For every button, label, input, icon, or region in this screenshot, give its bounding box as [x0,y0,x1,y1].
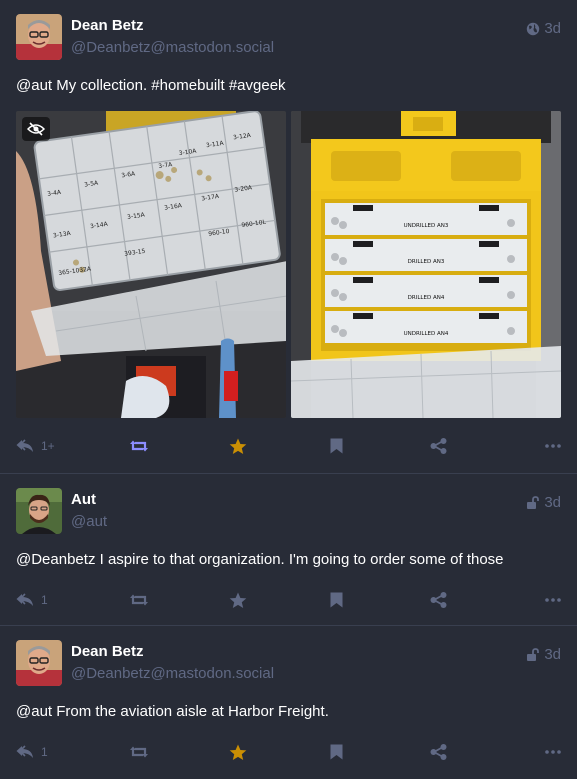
bookmark-button[interactable] [330,744,360,760]
action-bar: 1+ [16,434,561,458]
share-button[interactable] [430,438,460,454]
status-header: Aut @aut 3d [16,488,561,536]
share-icon [430,438,447,454]
eye-slash-icon [27,122,45,136]
organizer-photo: 3-4A 3-5A 3-6A 3-7A 3-10A 3-11A 3-12A 3-… [16,111,286,418]
more-button[interactable] [531,444,561,448]
account-handle: @Deanbetz@mastodon.social [71,39,275,56]
avatar-image [16,14,62,60]
status-header: Dean Betz @Deanbetz@mastodon.social 3d [16,14,561,62]
star-icon [229,592,247,609]
bookmark-icon [330,438,343,454]
share-button[interactable] [430,744,460,760]
action-bar: 1 [16,740,561,764]
relative-time[interactable]: 3d [544,494,561,511]
media-gallery: 3-4A 3-5A 3-6A 3-7A 3-10A 3-11A 3-12A 3-… [16,111,561,418]
status-post[interactable]: Dean Betz @Deanbetz@mastodon.social 3d @… [0,0,577,474]
bookmark-icon [330,592,343,608]
reply-count: 1+ [41,439,55,453]
bookmark-button[interactable] [330,438,360,454]
avatar-image [16,640,62,686]
drawer-label: DRILLED AN4 [408,295,445,301]
retweet-icon [129,745,149,759]
favourite-button[interactable] [229,438,259,455]
more-button[interactable] [531,750,561,754]
bookmark-button[interactable] [330,592,360,608]
account-handle: @Deanbetz@mastodon.social [71,665,275,682]
share-button[interactable] [430,592,460,608]
star-icon [229,744,247,761]
drawer-label: UNDRILLED AN4 [404,331,449,337]
status-meta[interactable]: 3d [526,646,561,663]
display-name[interactable]: Dean Betz [71,16,274,36]
reply-button[interactable]: 1 [16,745,58,759]
status-names: Dean Betz @Deanbetz@mastodon.social [71,642,274,684]
favourite-button[interactable] [229,592,259,609]
drawer-label: DRILLED AN3 [408,259,445,265]
ellipsis-icon [545,444,561,448]
status-header: Dean Betz @Deanbetz@mastodon.social 3d [16,640,561,688]
retweet-icon [129,593,149,607]
share-icon [430,592,447,608]
unlock-icon [526,647,540,662]
share-icon [430,744,447,760]
status-content: @aut From the aviation aisle at Harbor F… [16,703,329,720]
reply-button[interactable]: 1 [16,593,58,607]
display-name[interactable]: Aut [71,490,107,510]
display-name[interactable]: Dean Betz [71,642,274,662]
retweet-icon [129,439,149,453]
reply-all-icon [16,439,36,453]
more-button[interactable] [531,598,561,602]
boost-button[interactable] [129,593,159,607]
reply-count: 1 [41,593,48,607]
account-handle: @aut [71,513,108,530]
status-content: @aut My collection. #homebuilt #avgeek [16,77,286,94]
media-photo-toolbox[interactable]: UNDRILLED AN3 DRILLED AN3 DRILLED AN4 UN… [291,111,561,418]
status-names: Aut @aut [71,490,107,532]
toolbox-photo: UNDRILLED AN3 DRILLED AN3 DRILLED AN4 UN… [291,111,561,418]
boost-button[interactable] [129,439,159,453]
star-icon [229,438,247,455]
status-post[interactable]: Dean Betz @Deanbetz@mastodon.social 3d @… [0,626,577,779]
status-content: @Deanbetz I aspire to that organization.… [16,551,504,568]
reply-all-icon [16,745,36,759]
unlock-icon [526,495,540,510]
status-meta[interactable]: 3d [526,20,561,37]
status-names: Dean Betz @Deanbetz@mastodon.social [71,16,274,58]
favourite-button[interactable] [229,744,259,761]
boost-button[interactable] [129,745,159,759]
ellipsis-icon [545,750,561,754]
status-post[interactable]: Aut @aut 3d @Deanbetz I aspire to that o… [0,474,577,626]
avatar[interactable] [16,640,62,686]
drawer-label: UNDRILLED AN3 [404,223,449,229]
status-meta[interactable]: 3d [526,494,561,511]
action-bar: 1 [16,588,561,612]
avatar[interactable] [16,14,62,60]
reply-button[interactable]: 1+ [16,439,58,453]
reply-all-icon [16,593,36,607]
avatar-image [16,488,62,534]
bookmark-icon [330,744,343,760]
avatar[interactable] [16,488,62,534]
relative-time[interactable]: 3d [544,20,561,37]
media-photo-organizer[interactable]: 3-4A 3-5A 3-6A 3-7A 3-10A 3-11A 3-12A 3-… [16,111,286,418]
relative-time[interactable]: 3d [544,646,561,663]
globe-icon [526,22,540,36]
hide-media-button[interactable] [22,117,50,141]
ellipsis-icon [545,598,561,602]
reply-count: 1 [41,745,48,759]
